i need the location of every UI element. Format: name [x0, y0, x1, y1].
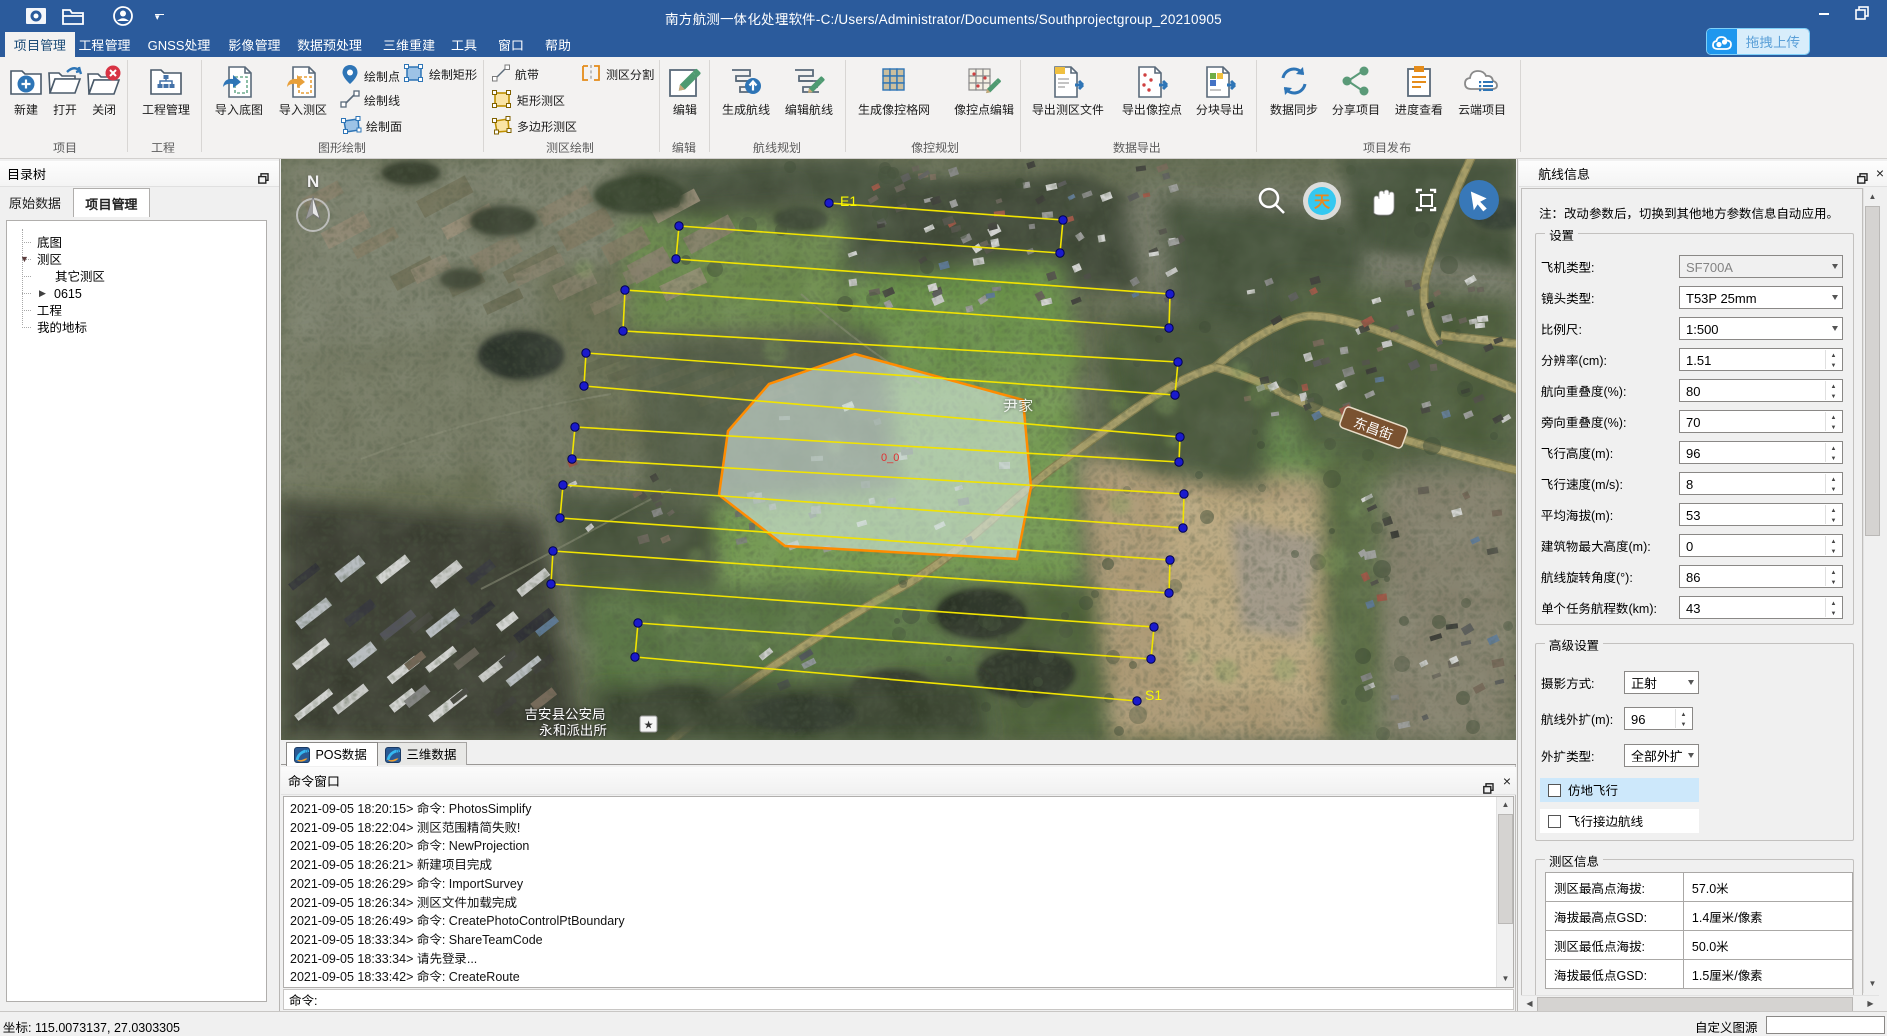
svg-text:E1: E1: [840, 193, 857, 209]
svg-text:★: ★: [644, 717, 654, 733]
svg-text:天: 天: [1314, 188, 1331, 212]
svg-text:0_0: 0_0: [881, 449, 899, 465]
svg-text:N: N: [307, 172, 319, 191]
svg-text:尹家: 尹家: [1003, 395, 1033, 416]
svg-text:永和派出所: 永和派出所: [539, 719, 607, 739]
svg-text:S1: S1: [1145, 687, 1162, 703]
